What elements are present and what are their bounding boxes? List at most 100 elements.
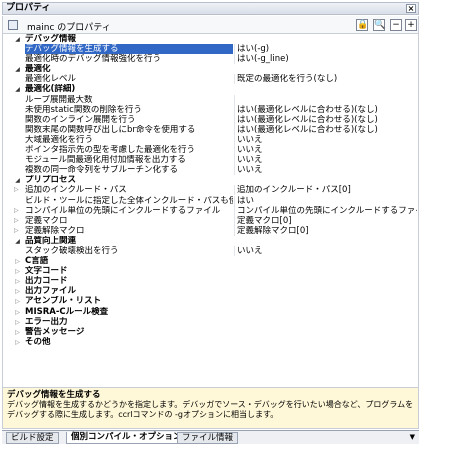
expand-icon[interactable]: ▷ — [14, 206, 19, 216]
property-value[interactable]: 追加のインクルード・パス[0] — [237, 185, 417, 195]
category-row[interactable]: ◢ プリプロセス — [3, 175, 418, 185]
property-name: 定義解除マクロ — [25, 225, 85, 236]
column-divider[interactable] — [234, 94, 235, 105]
property-row[interactable]: デバッグ情報を生成する はい(-g) — [3, 44, 418, 55]
property-row[interactable]: ▷ 定義マクロ 定義マクロ[0] — [3, 215, 418, 226]
expand-icon[interactable]: ▷ — [14, 329, 21, 336]
property-name: コンパイル単位の先頭にインクルードするファイル — [25, 205, 221, 216]
category-row[interactable]: ▷ エラー出力 — [3, 317, 418, 327]
column-divider[interactable] — [234, 245, 235, 256]
expand-icon[interactable]: ▷ — [14, 309, 21, 316]
expand-icon[interactable]: ▷ — [14, 268, 21, 275]
property-value[interactable]: いいえ — [237, 246, 417, 256]
property-row[interactable]: 未使用static関数の削除を行う はい(最適化レベルに合わせる)(なし) — [3, 104, 418, 115]
property-value[interactable]: はい(-g) — [237, 44, 417, 54]
expand-icon[interactable]: ▷ — [14, 216, 19, 226]
property-value[interactable]: いいえ — [237, 165, 417, 175]
property-value[interactable]: いいえ — [237, 145, 417, 155]
property-row[interactable]: ビルド・ツールに指定した全体インクルード・パスも使用するはい — [3, 195, 418, 206]
property-name: 警告メッセージ — [25, 326, 85, 337]
column-divider[interactable] — [234, 114, 235, 125]
category-row[interactable]: ▷ MISRA-Cルール検査 — [3, 307, 418, 317]
category-row[interactable]: ◢ 品質向上関連 — [3, 236, 418, 246]
property-row[interactable]: ▷ コンパイル単位の先頭にインクルードするファイル コンパイル単位の先頭にインクルー… — [3, 205, 418, 216]
expand-icon[interactable]: ▷ — [14, 278, 21, 285]
category-row[interactable]: ▷ アセンブル・リスト — [3, 296, 418, 306]
property-value[interactable]: 定義マクロ[0] — [237, 216, 417, 226]
property-value[interactable]: いいえ — [237, 135, 417, 145]
category-row[interactable]: ▷ 警告メッセージ — [3, 327, 418, 337]
property-row[interactable]: 大域最適化を行う いいえ — [3, 134, 418, 145]
collapse-icon[interactable]: ◢ — [14, 86, 21, 93]
category-row[interactable]: ▷ C言語 — [3, 256, 418, 266]
category-row[interactable]: ◢ デバッグ情報 — [3, 34, 418, 44]
tab-build-settings[interactable]: ビルド設定 — [6, 432, 59, 444]
expand-icon[interactable]: ▷ — [14, 288, 21, 295]
expand-icon[interactable]: ▷ — [14, 226, 19, 236]
property-row[interactable]: ループ展開最大数 — [3, 94, 418, 105]
property-value[interactable]: いいえ — [237, 155, 417, 165]
property-value[interactable]: 既定の最適化を行う(なし) — [237, 74, 417, 84]
property-row[interactable]: 複数の同一命令列をサブルーチン化する いいえ — [3, 165, 418, 176]
expand-icon[interactable]: ▷ — [14, 319, 21, 326]
properties-target-title: mainc のプロパティ — [27, 23, 111, 33]
expand-icon[interactable]: ▷ — [14, 258, 21, 265]
column-divider[interactable] — [234, 145, 235, 156]
collapse-all-button[interactable]: − — [390, 19, 402, 31]
column-divider[interactable] — [234, 225, 235, 236]
category-row[interactable]: ▷ 出力ファイル — [3, 286, 418, 296]
column-divider[interactable] — [234, 155, 235, 166]
column-divider[interactable] — [234, 124, 235, 135]
column-divider[interactable] — [234, 205, 235, 216]
category-row[interactable]: ▷ 文字コード — [3, 266, 418, 276]
column-divider[interactable] — [234, 195, 235, 206]
property-value[interactable]: はい(-g_line) — [237, 54, 417, 64]
property-row[interactable]: ポインタ指示先の型を考慮した最適化を行う いいえ — [3, 145, 418, 156]
column-divider[interactable] — [234, 44, 235, 55]
collapse-icon[interactable]: ◢ — [14, 36, 21, 43]
property-row[interactable]: 最適化時のデバッグ情報強化を行う はい(-g_line) — [3, 54, 418, 65]
expand-all-button[interactable]: + — [405, 19, 417, 31]
lock-button[interactable]: 🔒 — [356, 19, 368, 31]
tab-menu-icon[interactable]: ▼ — [410, 433, 415, 441]
category-row[interactable]: ▷ 出力コード — [3, 276, 418, 286]
tab-individual-compile-options[interactable]: 個別コンパイル・オプション — [66, 432, 187, 444]
property-row[interactable]: ▷ 追加のインクルード・パス 追加のインクルード・パス[0] — [3, 185, 418, 196]
property-row[interactable]: 関数のインライン展開を行う はい(最適化レベルに合わせる)(なし) — [3, 114, 418, 125]
category-row[interactable]: ◢ 最適化 — [3, 64, 418, 74]
column-divider[interactable] — [234, 165, 235, 176]
property-value[interactable]: はい(最適化レベルに合わせる)(なし) — [237, 125, 417, 135]
collapse-icon[interactable]: ◢ — [14, 238, 21, 245]
column-divider[interactable] — [234, 54, 235, 65]
category-row[interactable]: ◢ 最適化(詳細) — [3, 84, 418, 94]
column-divider[interactable] — [234, 215, 235, 226]
property-value[interactable]: はい — [237, 196, 417, 206]
file-icon — [8, 20, 18, 30]
category-row[interactable]: ▷ その他 — [3, 337, 418, 347]
property-name: エラー出力 — [25, 316, 68, 327]
column-divider[interactable] — [234, 104, 235, 115]
property-value[interactable]: コンパイル単位の先頭にインクルードするファイル[0] — [237, 206, 417, 216]
expand-icon[interactable]: ▷ — [14, 185, 19, 195]
close-icon[interactable]: × — [406, 4, 416, 13]
description-title: デバッグ情報を生成する — [7, 390, 101, 400]
collapse-icon[interactable]: ◢ — [14, 177, 21, 184]
tab-file-info[interactable]: ファイル情報 — [177, 432, 239, 444]
property-row[interactable]: ▷ 定義解除マクロ 定義解除マクロ[0] — [3, 225, 418, 236]
property-name: ループ展開最大数 — [25, 94, 93, 105]
property-row[interactable]: 最適化レベル 既定の最適化を行う(なし) — [3, 74, 418, 85]
expand-icon[interactable]: ▷ — [14, 339, 21, 346]
property-value[interactable]: はい(最適化レベルに合わせる)(なし) — [237, 105, 417, 115]
property-name: プリプロセス — [25, 175, 77, 186]
column-divider[interactable] — [234, 134, 235, 145]
property-value[interactable]: はい(最適化レベルに合わせる)(なし) — [237, 115, 417, 125]
expand-icon[interactable]: ▷ — [14, 298, 21, 305]
column-divider[interactable] — [234, 74, 235, 85]
property-row[interactable]: モジュール間最適化用付加情報を出力する いいえ — [3, 155, 418, 166]
property-value[interactable]: 定義解除マクロ[0] — [237, 226, 417, 236]
property-row[interactable]: スタック破壊検出を行う いいえ — [3, 245, 418, 256]
column-divider[interactable] — [234, 185, 235, 196]
property-row[interactable]: 関数末尾の関数呼び出しにbr命令を使用する はい(最適化レベルに合わせる)(なし) — [3, 124, 418, 135]
search-button[interactable]: 🔍 — [373, 19, 385, 31]
collapse-icon[interactable]: ◢ — [14, 66, 21, 73]
